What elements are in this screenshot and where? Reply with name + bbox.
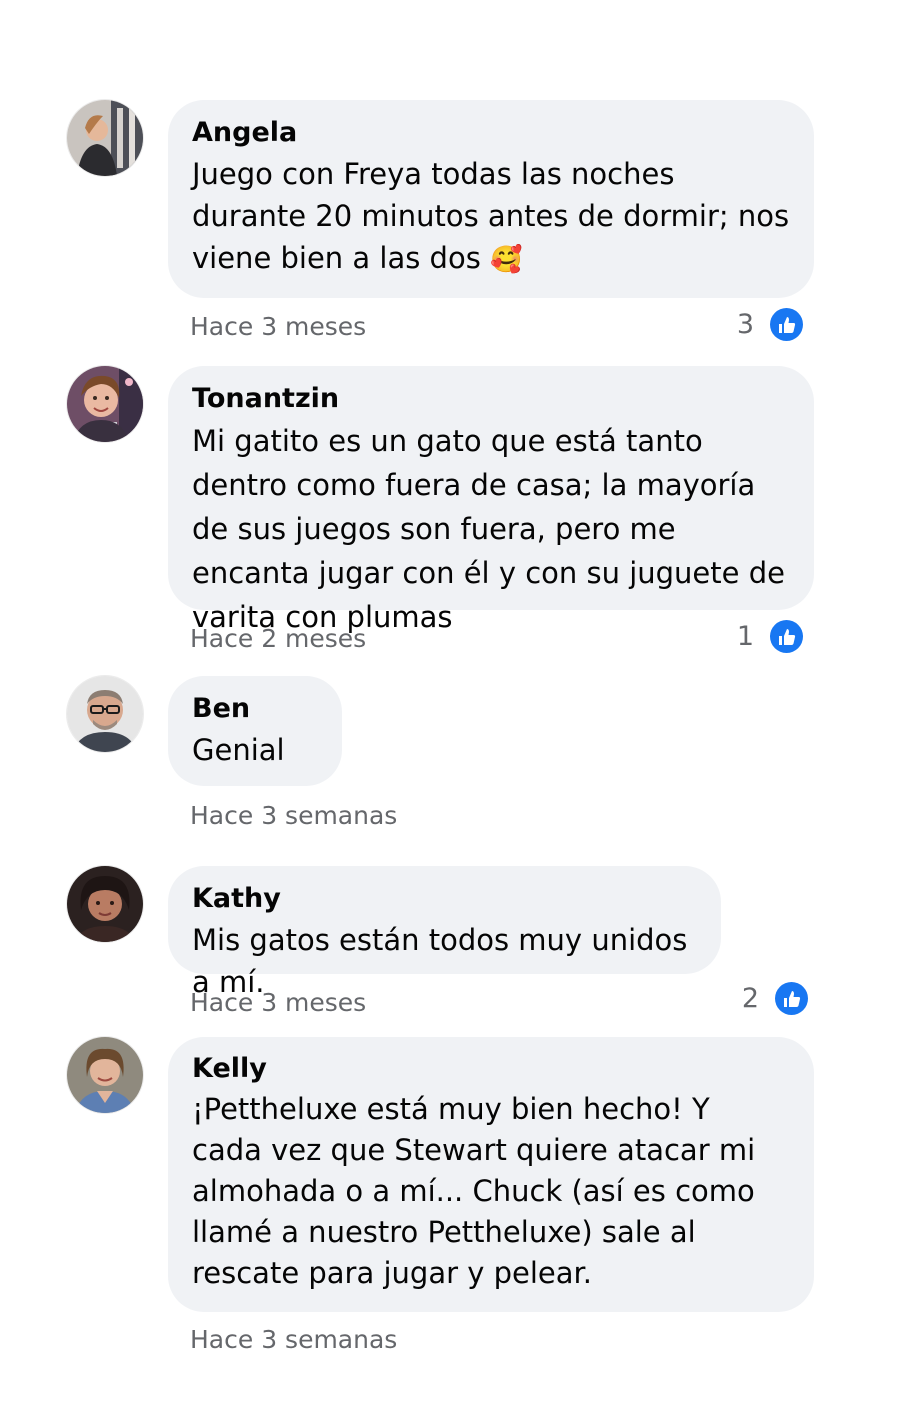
comment-bubble: Angela Juego con Freya todas las noches … [168, 100, 814, 298]
comment-bubble: Ben Genial [168, 676, 342, 786]
comment-author[interactable]: Angela [192, 117, 790, 149]
reaction-count[interactable]: 1 [737, 620, 803, 653]
like-count: 1 [736, 621, 754, 652]
reaction-count[interactable]: 2 [742, 982, 808, 1015]
smiling-face-with-hearts-icon: 🥰 [490, 245, 523, 275]
comment-text: ¡Pettheluxe está muy bien hecho! Y cada … [192, 1092, 756, 1290]
comment-text: Juego con Freya todas las noches durante… [192, 153, 790, 281]
comment-author[interactable]: Kelly [192, 1053, 790, 1085]
comment-author[interactable]: Tonantzin [192, 383, 790, 415]
comment-timestamp[interactable]: Hace 3 meses [190, 312, 366, 341]
comment-author[interactable]: Kathy [192, 883, 697, 915]
avatar[interactable] [67, 1037, 143, 1113]
comment-text: Genial [192, 733, 285, 767]
comment-bubble: Tonantzin Mi gatito es un gato que está … [168, 366, 814, 634]
like-icon [770, 308, 803, 341]
avatar[interactable] [67, 866, 143, 942]
comment-text: Mi gatito es un gato que está tanto dent… [192, 424, 785, 634]
comment-timestamp[interactable]: Hace 3 meses [190, 988, 366, 1017]
like-count: 3 [736, 309, 754, 340]
avatar[interactable] [67, 366, 143, 442]
reaction-count[interactable]: 3 [737, 308, 803, 341]
comment-timestamp[interactable]: Hace 2 meses [190, 624, 366, 653]
comment-author[interactable]: Ben [192, 693, 318, 725]
avatar[interactable] [67, 100, 143, 176]
like-count: 2 [741, 983, 759, 1014]
comment-timestamp[interactable]: Hace 3 semanas [190, 1325, 397, 1354]
comment-bubble: Kelly ¡Pettheluxe está muy bien hecho! Y… [168, 1037, 814, 1312]
comment-timestamp[interactable]: Hace 3 semanas [190, 801, 397, 830]
avatar[interactable] [67, 676, 143, 752]
like-icon [770, 620, 803, 653]
comment-bubble: Kathy Mis gatos están todos muy unidos a… [168, 866, 721, 999]
like-icon [775, 982, 808, 1015]
